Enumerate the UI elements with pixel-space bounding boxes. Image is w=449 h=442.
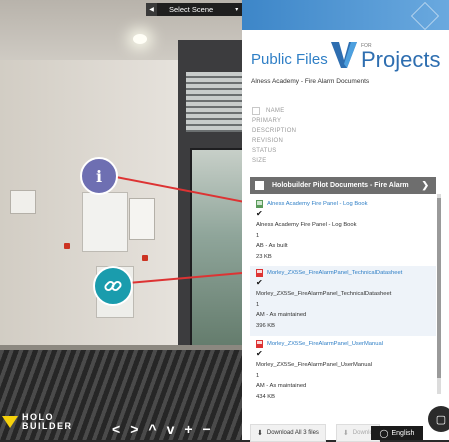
check-icon: ✔	[256, 349, 263, 358]
alarm-button	[64, 243, 70, 249]
download-icon: ⬇	[342, 430, 349, 437]
file-name: Alness Academy Fire Panel - Log Book	[256, 222, 357, 228]
chat-icon[interactable]: ▢	[428, 406, 449, 432]
chevron-down-icon[interactable]: ❯	[421, 180, 429, 191]
panel-subtitle: Alness Academy - Fire Alarm Documents	[251, 78, 370, 85]
file-status: AM - As maintained	[256, 383, 307, 389]
scene-select-label[interactable]: Select Scene	[157, 5, 231, 14]
scene-selector[interactable]: ◀ Select Scene ▾ ▶	[146, 3, 254, 16]
file-primary: 1	[256, 232, 260, 239]
holobuilder-logo-icon	[2, 414, 18, 430]
download-icon: ⬇	[257, 430, 263, 437]
column-filters: NAME PRIMARY DESCRIPTION REVISION STATUS…	[252, 106, 296, 166]
language-label: English	[391, 429, 415, 437]
pan-up-button[interactable]: ^	[148, 421, 156, 437]
navigation-controls: < > ^ v + −	[112, 421, 211, 437]
wall-box	[10, 190, 36, 214]
checkbox[interactable]	[252, 107, 260, 115]
holobuilder-logo: HOLO BUILDER	[2, 413, 73, 431]
zoom-in-button[interactable]: +	[184, 421, 192, 437]
file-item: Alness Academy Fire Panel - Log Book ✔ A…	[250, 199, 436, 262]
panel-title: Public Files	[251, 51, 328, 68]
file-name: Morley_ZX5Se_FireAlarmPanel_UserManual	[256, 362, 372, 368]
group-checkbox[interactable]	[255, 181, 264, 190]
file-link[interactable]: Alness Academy Fire Panel - Log Book	[267, 201, 368, 207]
filter-description: DESCRIPTION	[252, 126, 296, 136]
panel-scrollbar[interactable]	[437, 194, 441, 394]
file-status: AB - As built	[256, 243, 288, 249]
download-bar: ⬇ Download All 3 files ⬇ Downlo	[250, 424, 380, 442]
zoom-out-button[interactable]: −	[203, 421, 211, 437]
fire-alarm-panel	[82, 192, 128, 252]
wall-sign	[129, 198, 155, 240]
file-size: 434 KB	[256, 393, 276, 400]
file-item: Morley_ZX5Se_FireAlarmPanel_TechnicalDat…	[250, 266, 436, 336]
download-label: Downlo	[352, 430, 373, 436]
filter-label: REVISION	[252, 138, 284, 144]
language-selector[interactable]: ◯ English	[371, 426, 423, 440]
file-size: 23 KB	[256, 253, 272, 260]
link-icon	[104, 280, 122, 292]
alarm-button	[142, 255, 148, 261]
filter-primary: PRIMARY	[252, 116, 296, 126]
pdf-file-icon	[256, 339, 263, 348]
filter-size: SIZE	[252, 156, 296, 166]
download-all-button[interactable]: ⬇ Download All 3 files	[250, 424, 326, 442]
file-item: Morley_ZX5Se_FireAlarmPanel_UserManual ✔…	[250, 339, 436, 402]
link-hotspot[interactable]	[93, 266, 133, 306]
v-for-projects-logo-icon	[331, 42, 357, 68]
glass-door	[190, 148, 246, 367]
file-primary: 1	[256, 301, 260, 308]
info-hotspot[interactable]: i	[80, 157, 118, 195]
download-all-label: Download All 3 files	[266, 430, 319, 436]
group-title: Holobuilder Pilot Documents - Fire Alarm	[272, 182, 409, 189]
filter-status: STATUS	[252, 146, 296, 156]
file-link[interactable]: Morley_ZX5Se_FireAlarmPanel_TechnicalDat…	[267, 270, 402, 276]
filter-revision: REVISION	[252, 136, 296, 146]
window-blinds	[186, 72, 246, 132]
brand-projects: Projects	[361, 47, 441, 72]
pdf-file-icon	[256, 268, 263, 277]
scrollbar-thumb[interactable]	[437, 198, 441, 378]
ceiling-light	[133, 34, 147, 44]
logo-line2: BUILDER	[22, 421, 73, 431]
filter-label: STATUS	[252, 148, 277, 154]
filter-label: PRIMARY	[252, 118, 282, 124]
file-name: Morley_ZX5Se_FireAlarmPanel_TechnicalDat…	[256, 291, 392, 297]
filter-label: DESCRIPTION	[252, 128, 297, 134]
check-icon: ✔	[256, 278, 263, 287]
pan-left-button[interactable]: <	[112, 421, 120, 437]
filter-name[interactable]: NAME	[252, 106, 296, 116]
filter-label: SIZE	[252, 158, 267, 164]
file-size: 396 KB	[256, 322, 276, 329]
info-icon: i	[95, 166, 103, 186]
file-primary: 1	[256, 372, 260, 379]
filter-label: NAME	[266, 108, 285, 114]
chevron-left-icon[interactable]: ◀	[146, 3, 157, 16]
document-group-header[interactable]: Holobuilder Pilot Documents - Fire Alarm…	[250, 177, 436, 194]
panel-banner	[242, 0, 449, 30]
file-status: AM - As maintained	[256, 312, 307, 318]
pan-down-button[interactable]: v	[167, 421, 175, 437]
file-link[interactable]: Morley_ZX5Se_FireAlarmPanel_UserManual	[267, 341, 383, 347]
globe-icon: ◯	[379, 428, 389, 438]
chevron-down-icon[interactable]: ▾	[231, 3, 242, 16]
image-file-icon	[256, 199, 263, 208]
pan-right-button[interactable]: >	[130, 421, 138, 437]
check-icon: ✔	[256, 209, 263, 218]
